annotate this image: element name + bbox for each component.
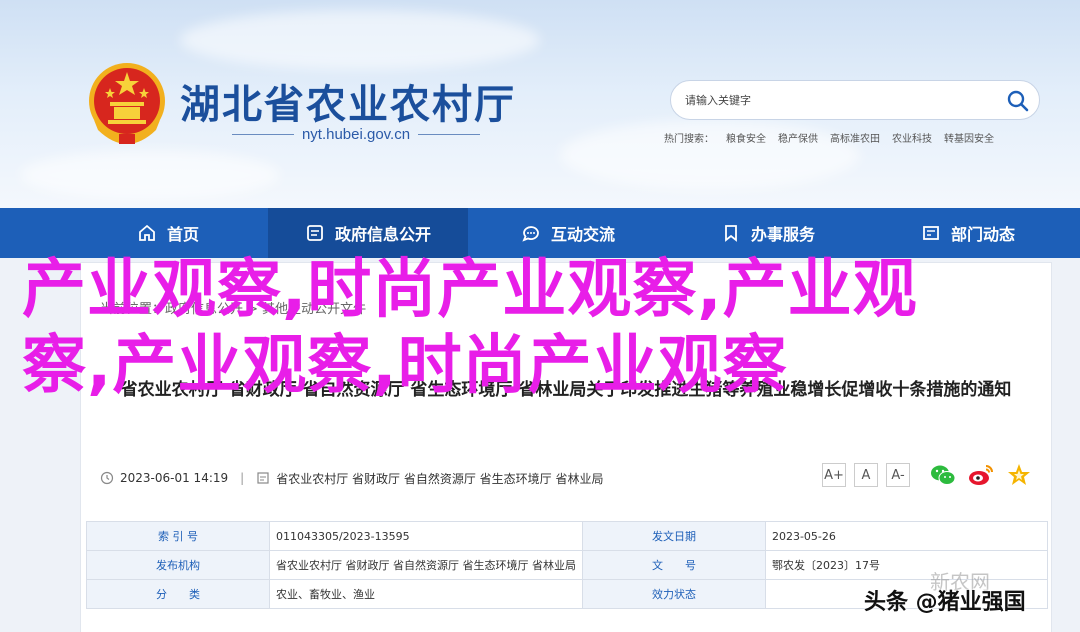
nav-item-label: 部门动态 [950,225,1015,244]
table-label: 分 类 [86,579,270,609]
site-domain-row: nyt.hubei.gov.cn [232,124,481,144]
domain-divider [232,133,294,135]
nav-item-label: 首页 [166,225,199,244]
hot-search-row: 热门搜索： 粮食安全 稳产保供 高标准农田 农业科技 转基因安全 [664,130,994,145]
nav-item-label: 办事服务 [750,225,815,244]
article-sources: 省农业农村厅 省财政厅 省自然资源厅 省生态环境厅 省林业局 [276,471,604,486]
table-label: 索 引 号 [86,521,270,551]
nav-item-home[interactable]: 首页 [68,208,268,258]
table-label: 效力状态 [581,579,766,609]
font-default-button[interactable]: A [854,463,878,487]
table-value: 农业、畜牧业、渔业 [268,579,583,609]
bookmark-icon [725,225,737,242]
domain-divider [418,133,481,135]
site-domain: nyt.hubei.gov.cn [301,125,411,143]
search-box [670,80,1040,120]
nav-item-services[interactable]: 办事服务 [668,208,868,258]
news-icon [923,226,939,240]
main-nav: 首页 政府信息公开 互动交流 办事服务 部门动态 [0,208,1080,258]
nav-item-gov-info[interactable]: 政府信息公开 [268,208,468,258]
nav-item-interaction[interactable]: 互动交流 [468,208,668,258]
share-icons [930,463,1032,487]
favorite-star-icon[interactable] [1006,463,1032,487]
home-icon [139,224,155,241]
national-emblem-logo [89,63,165,144]
meta-separator: | [240,471,245,485]
nav-item-label: 政府信息公开 [334,225,431,244]
nav-item-dept-news[interactable]: 部门动态 [868,208,1068,258]
table-row: 发布机构 省农业农村厅 省财政厅 省自然资源厅 省生态环境厅 省林业局 文 号 … [86,550,1049,580]
font-decrease-button[interactable]: A- [886,463,910,487]
hot-search-keyword[interactable]: 高标准农田 [830,130,880,145]
hot-search-keyword[interactable]: 稳产保供 [778,130,818,145]
clock-icon [100,471,114,485]
site-header: 湖北省农业农村厅 nyt.hubei.gov.cn 热门搜索： 粮食安全 稳产保… [0,0,1080,208]
table-label: 文 号 [581,550,766,580]
source-icon [257,472,269,484]
hot-search-label: 热门搜索： [664,134,714,145]
chat-icon [522,226,539,242]
search-input[interactable] [685,90,985,110]
table-row: 索 引 号 011043305/2023-13595 发文日期 2023-05-… [86,521,1049,551]
table-value: 省农业农村厅 省财政厅 省自然资源厅 省生态环境厅 省林业局 [268,550,583,580]
table-label: 发文日期 [581,521,766,551]
header-cloud [180,10,540,70]
hot-search-keyword[interactable]: 农业科技 [892,130,932,145]
document-icon [307,225,323,241]
weibo-icon[interactable] [968,463,994,487]
hot-search-keyword[interactable]: 转基因安全 [944,130,994,145]
search-icon[interactable] [1005,88,1031,114]
nav-item-label: 互动交流 [550,225,615,244]
font-size-controls: A+ A A- [822,463,910,487]
header-cloud [20,150,280,200]
article-title: 省农业农村厅 省财政厅 省自然资源厅 省生态环境厅 省林业局关于印发推进生猪等养… [120,380,1012,400]
font-increase-button[interactable]: A+ [822,463,846,487]
site-title: 湖北省农业农村厅 [180,81,516,128]
table-value: 2023-05-26 [764,521,1049,551]
table-value: 鄂农发〔2023〕17号 [764,550,1049,580]
wechat-icon[interactable] [930,463,956,487]
publish-date: 2023-06-01 14:19 [120,471,229,485]
table-label: 发布机构 [86,550,270,580]
hot-search-keyword[interactable]: 粮食安全 [726,130,766,145]
table-value: 011043305/2023-13595 [268,521,583,551]
breadcrumb: 当前位置：政府信息公开 > 其他主动公开文件 [100,302,367,317]
source-tag: 头条 @猪业强国 [864,590,1026,615]
